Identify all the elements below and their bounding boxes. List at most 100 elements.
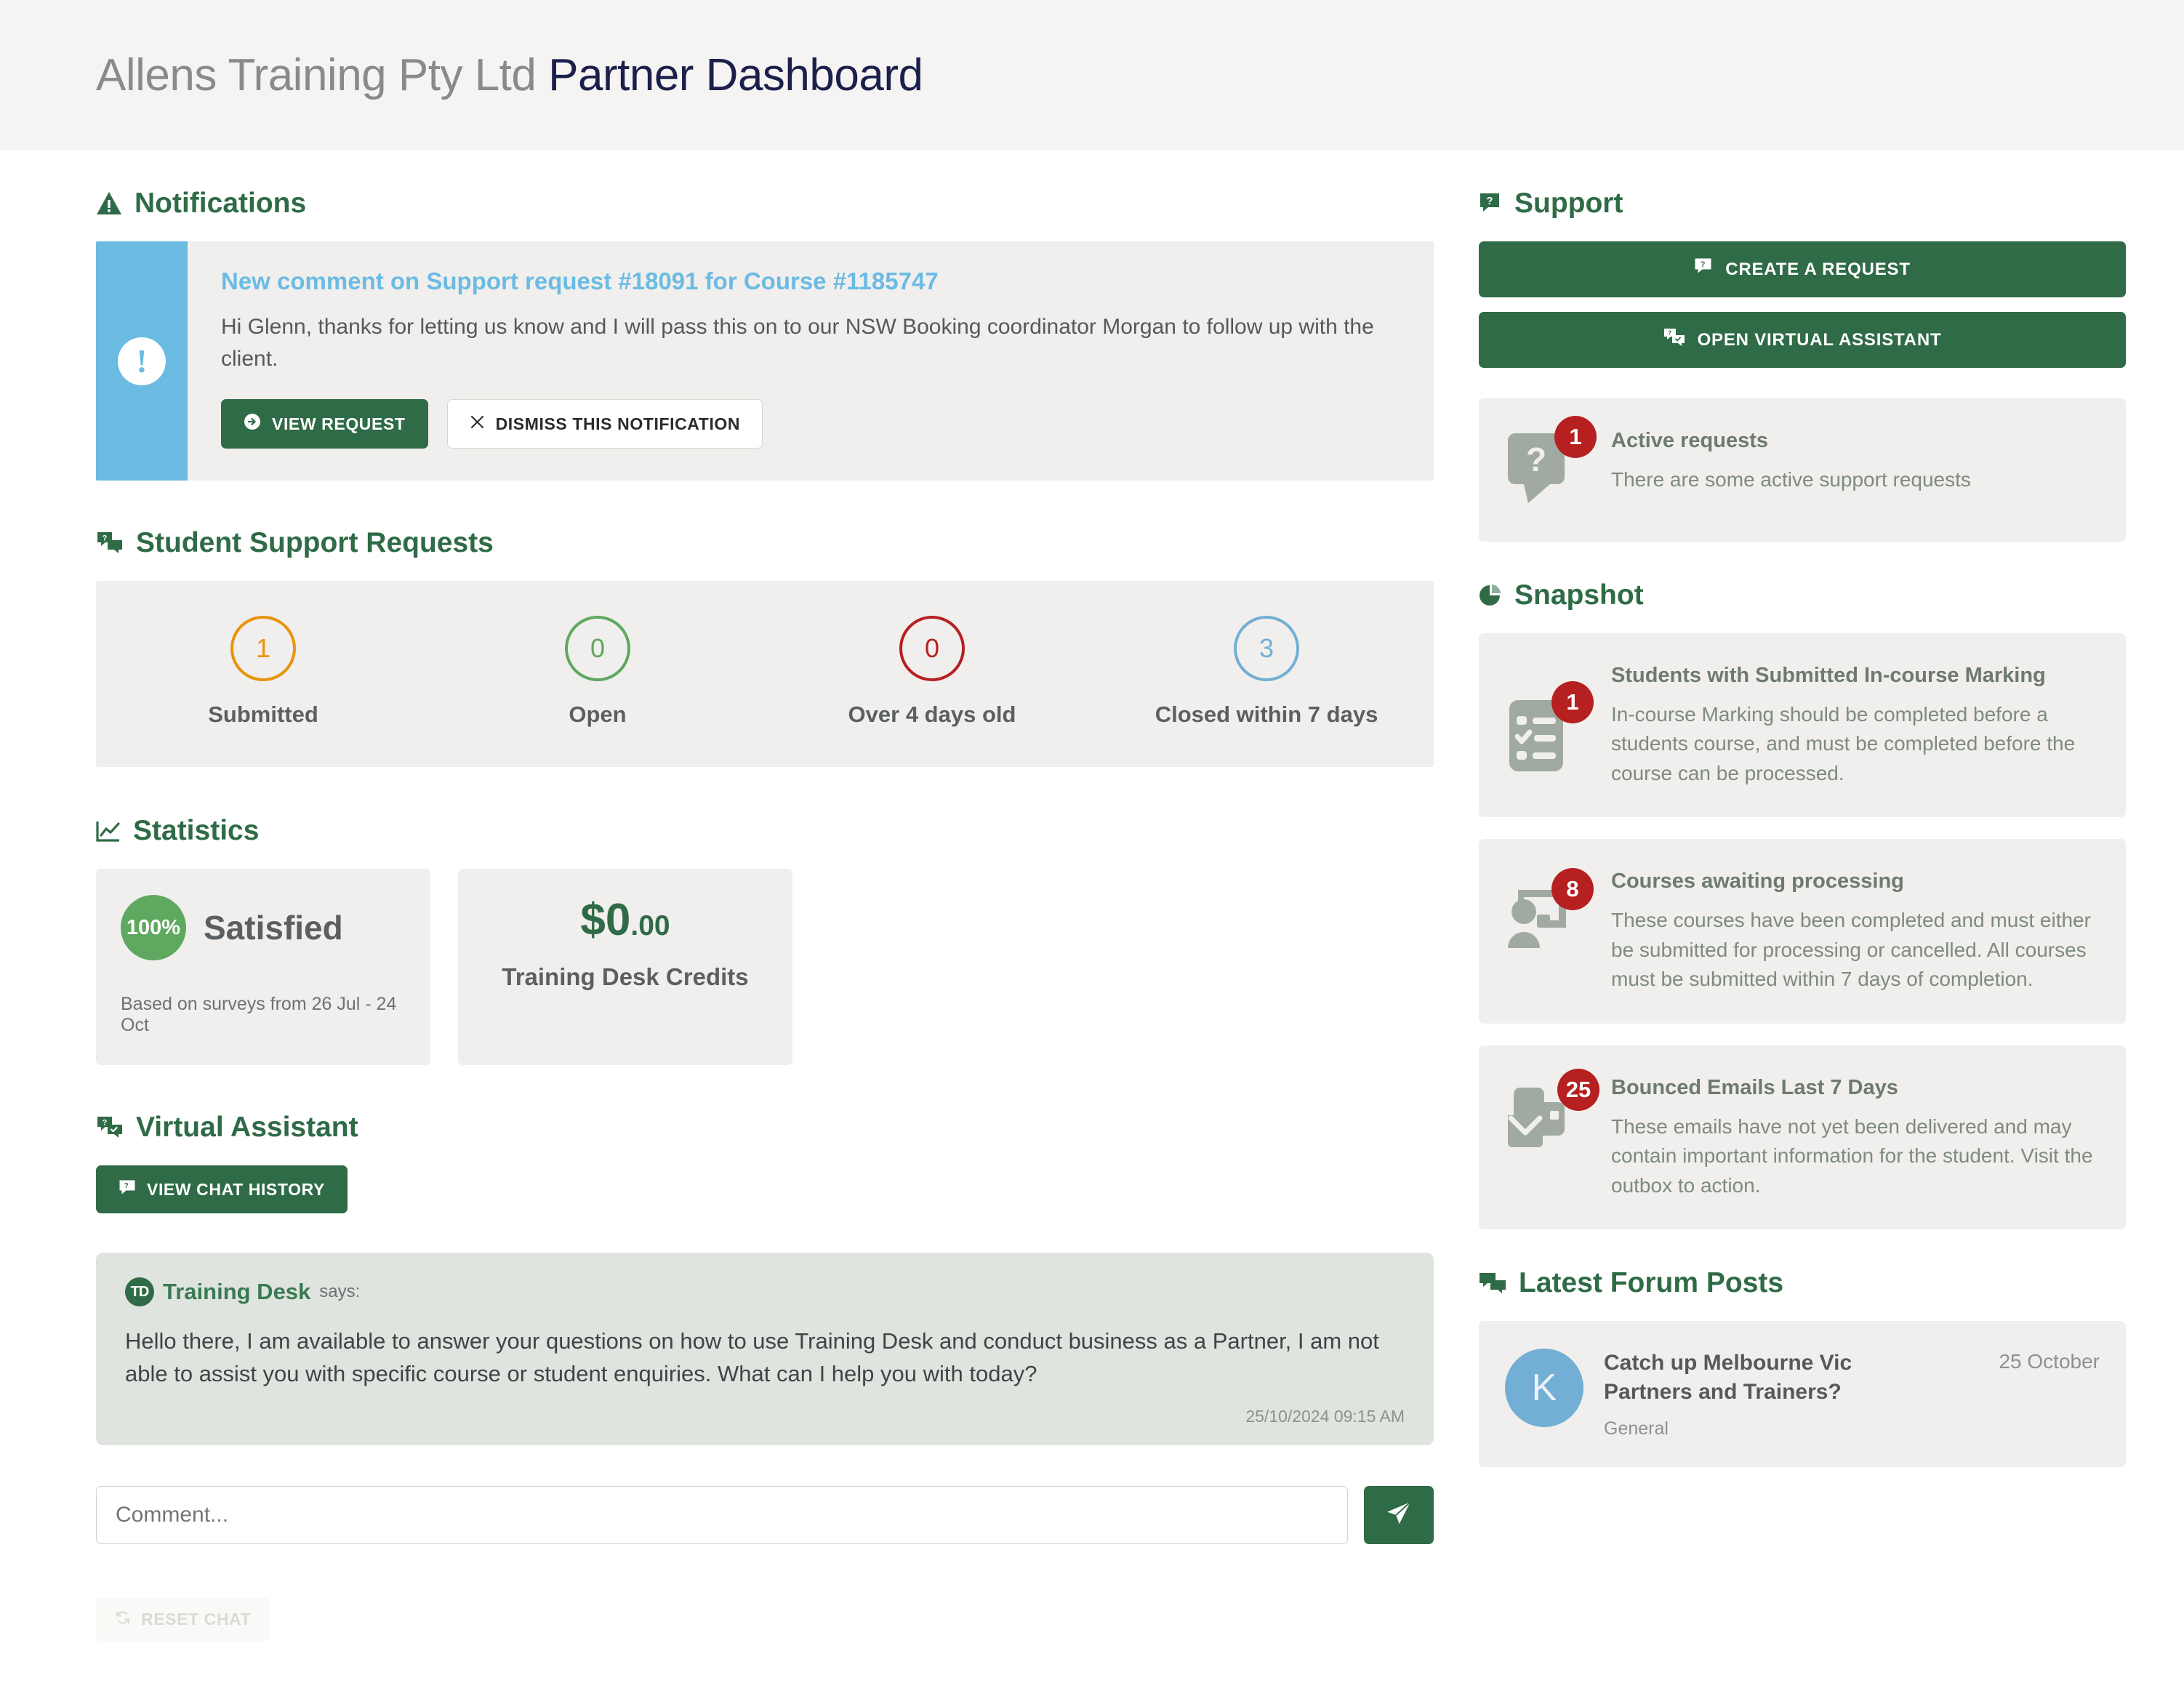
warning-triangle-icon	[96, 191, 122, 216]
chat-input-row	[96, 1485, 1434, 1544]
forum-post-top: Catch up Melbourne Vic Partners and Trai…	[1604, 1349, 2100, 1406]
right-column: ? Support ? CREATE A REQUEST ? OPEN VIRT…	[1479, 188, 2126, 1467]
satisfaction-card: 100% Satisfied Based on surveys from 26 …	[96, 869, 430, 1065]
paper-plane-icon	[1385, 1500, 1413, 1530]
send-message-button[interactable]	[1364, 1485, 1434, 1544]
satisfaction-subtext: Based on surveys from 26 Jul - 24 Oct	[121, 994, 397, 1035]
satisfaction-row: 100% Satisfied	[121, 895, 406, 960]
svg-text:?: ?	[1526, 441, 1546, 478]
training-desk-logo-icon: TD	[125, 1277, 154, 1306]
left-column: Notifications ! New comment on Support r…	[96, 188, 1434, 1642]
active-requests-body: Active requests There are some active su…	[1611, 427, 2100, 494]
question-comment-icon: ?	[1479, 192, 1502, 215]
dashboard-content: Notifications ! New comment on Support r…	[0, 150, 2184, 1642]
snapshot-badge-3: 25	[1557, 1068, 1599, 1111]
dismiss-notification-label: DISMISS THIS NOTIFICATION	[495, 414, 741, 433]
stat-over-4-days-value: 0	[899, 616, 965, 681]
view-request-label: VIEW REQUEST	[272, 414, 406, 433]
snapshot-heading: Snapshot	[1479, 579, 2126, 611]
satisfaction-word: Satisfied	[204, 909, 343, 947]
credits-amount-minor: .00	[630, 910, 670, 941]
notification-title[interactable]: New comment on Support request #18091 fo…	[221, 268, 1400, 295]
pie-chart-icon	[1479, 584, 1502, 607]
forum-post-title[interactable]: Catch up Melbourne Vic Partners and Trai…	[1604, 1349, 1938, 1406]
stat-closed-7-days[interactable]: 3 Closed within 7 days	[1099, 616, 1434, 728]
snapshot-card-incourse-marking[interactable]: 1 Students with Submitted In-course Mark…	[1479, 633, 2126, 818]
notification-card: ! New comment on Support request #18091 …	[96, 241, 1434, 481]
student-support-heading-label: Student Support Requests	[136, 527, 494, 558]
arrow-circle-right-icon	[244, 413, 261, 435]
forum-post-item[interactable]: K Catch up Melbourne Vic Partners and Tr…	[1479, 1321, 2126, 1467]
statistics-heading-label: Statistics	[133, 815, 260, 846]
notification-actions: VIEW REQUEST DISMISS THIS NOTIFICATION	[221, 399, 1400, 449]
support-request-stats: 1 Submitted 0 Open 0 Over 4 days old 3 C…	[96, 581, 1434, 767]
svg-text:?: ?	[103, 534, 108, 543]
snapshot-body-1: Students with Submitted In-course Markin…	[1611, 662, 2100, 788]
notification-message: Hi Glenn, thanks for letting us know and…	[221, 315, 1374, 371]
question-comment-small-icon: ?	[1694, 257, 1713, 281]
line-chart-icon	[96, 820, 121, 842]
create-request-button[interactable]: ? CREATE A REQUEST	[1479, 241, 2126, 297]
chat-comment-input[interactable]	[96, 1485, 1348, 1544]
svg-text:?: ?	[1701, 260, 1706, 269]
stat-closed-7-days-label: Closed within 7 days	[1155, 702, 1378, 727]
chat-message-time: 25/10/2024 09:15 AM	[1245, 1406, 1405, 1426]
page-title-main: Partner Dashboard	[548, 49, 923, 100]
snapshot-title-2: Courses awaiting processing	[1611, 869, 1904, 893]
open-virtual-assistant-label: OPEN VIRTUAL ASSISTANT	[1697, 329, 1942, 350]
virtual-assistant-heading: ? Virtual Assistant	[96, 1112, 1434, 1144]
chat-message: TD Training Desk says: Hello there, I am…	[96, 1253, 1434, 1445]
credits-card: $0.00 Training Desk Credits	[458, 869, 792, 1065]
active-requests-desc: There are some active support requests	[1611, 467, 1971, 491]
virtual-assistant-heading-label: Virtual Assistant	[136, 1112, 358, 1143]
statistics-cards: 100% Satisfied Based on surveys from 26 …	[96, 869, 1434, 1065]
forum-post-avatar: K	[1505, 1349, 1583, 1428]
page-header: Allens Training Pty Ltd Partner Dashboar…	[0, 0, 2184, 150]
svg-text:?: ?	[103, 1119, 108, 1128]
snapshot-heading-label: Snapshot	[1514, 579, 1644, 611]
close-icon	[470, 414, 485, 434]
stat-over-4-days[interactable]: 0 Over 4 days old	[765, 616, 1099, 728]
view-request-button[interactable]: VIEW REQUEST	[221, 399, 428, 449]
assistant-comments-icon: ?	[1663, 328, 1685, 352]
stat-open-label: Open	[569, 702, 627, 727]
forum-post-category: General	[1604, 1418, 1669, 1439]
dismiss-notification-button[interactable]: DISMISS THIS NOTIFICATION	[446, 399, 763, 449]
page-title: Allens Training Pty Ltd Partner Dashboar…	[96, 49, 923, 101]
forum-heading-label: Latest Forum Posts	[1519, 1267, 1784, 1299]
stat-open[interactable]: 0 Open	[430, 616, 765, 728]
snapshot-desc-1: In-course Marking should be completed be…	[1611, 702, 2076, 784]
stat-submitted-label: Submitted	[208, 702, 318, 727]
stat-submitted[interactable]: 1 Submitted	[96, 616, 430, 728]
snapshot-icon-wrap-1: 1	[1505, 662, 1594, 779]
svg-text:?: ?	[1486, 195, 1493, 207]
chat-author-row: TD Training Desk says:	[125, 1277, 1405, 1306]
svg-text:?: ?	[1668, 330, 1672, 337]
snapshot-body-2: Courses awaiting processing These course…	[1611, 868, 2100, 994]
satisfaction-percent: 100%	[121, 895, 186, 960]
snapshot-desc-3: These emails have not yet been delivered…	[1611, 1114, 2093, 1197]
snapshot-desc-2: These courses have been completed and mu…	[1611, 909, 2091, 991]
reset-chat-button[interactable]: RESET CHAT	[96, 1597, 270, 1642]
open-virtual-assistant-button[interactable]: ? OPEN VIRTUAL ASSISTANT	[1479, 312, 2126, 368]
snapshot-card-bounced-emails[interactable]: 25 Bounced Emails Last 7 Days These emai…	[1479, 1045, 2126, 1230]
active-requests-icon-wrap: ? 1	[1505, 416, 1597, 513]
forum-heading: Latest Forum Posts	[1479, 1267, 2126, 1299]
stat-submitted-value: 1	[230, 616, 296, 681]
notifications-heading: Notifications	[96, 188, 1434, 220]
create-request-label: CREATE A REQUEST	[1725, 259, 1911, 279]
support-heading: ? Support	[1479, 188, 2126, 220]
chat-message-text: Hello there, I am available to answer yo…	[125, 1328, 1379, 1386]
question-comments-icon: ?	[96, 531, 124, 555]
svg-text:?: ?	[124, 1182, 129, 1190]
view-chat-history-button[interactable]: ? VIEW CHAT HISTORY	[96, 1165, 348, 1213]
comments-icon	[1479, 1272, 1506, 1295]
chat-history-row: ? VIEW CHAT HISTORY	[96, 1165, 1434, 1213]
credits-amount: $0.00	[580, 898, 670, 943]
snapshot-title-1: Students with Submitted In-course Markin…	[1611, 664, 2046, 687]
stat-open-value: 0	[565, 616, 630, 681]
snapshot-card-courses-awaiting[interactable]: 8 Courses awaiting processing These cour…	[1479, 839, 2126, 1024]
active-requests-card[interactable]: ? 1 Active requests There are some activ…	[1479, 398, 2126, 542]
snapshot-badge-2: 8	[1551, 868, 1594, 911]
credits-amount-major: $0	[580, 895, 631, 945]
